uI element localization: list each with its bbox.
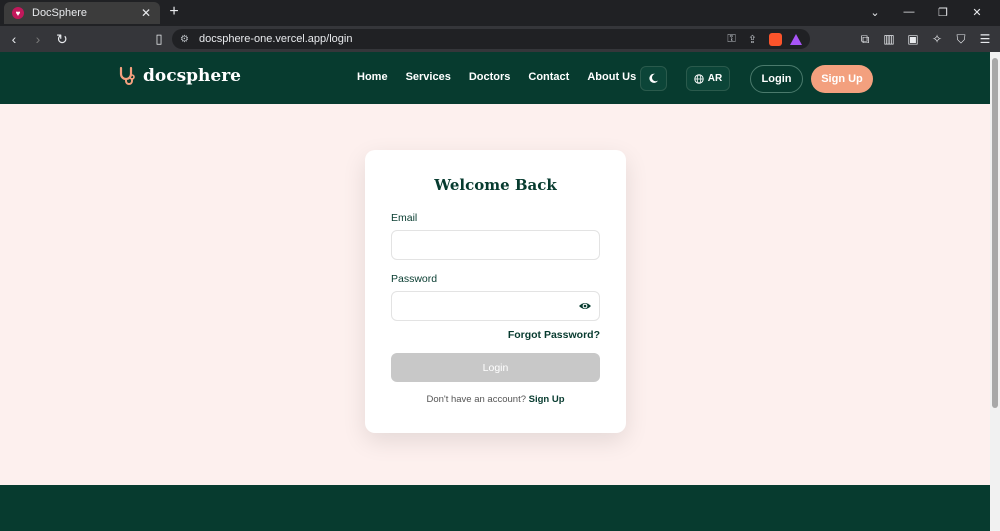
- logo-text: docsphere: [143, 66, 241, 86]
- forward-icon[interactable]: ›: [28, 29, 48, 49]
- window-controls: ⌄ — ❐ ✕: [860, 3, 992, 21]
- email-input[interactable]: [391, 230, 600, 260]
- signup-prompt: Don't have an account? Sign Up: [365, 394, 626, 405]
- header-signup-button[interactable]: Sign Up: [811, 65, 873, 93]
- wallet-icon[interactable]: ▣: [904, 29, 922, 49]
- language-button[interactable]: AR: [686, 66, 730, 91]
- eye-icon[interactable]: [578, 299, 592, 313]
- vpn-icon[interactable]: ⛉: [952, 29, 970, 49]
- nav-contact[interactable]: Contact: [528, 71, 569, 83]
- nav-about-us[interactable]: About Us: [587, 71, 636, 83]
- brave-rewards-icon[interactable]: [790, 33, 802, 45]
- scrollbar-thumb[interactable]: [992, 58, 998, 408]
- header-login-button[interactable]: Login: [750, 65, 803, 93]
- menu-icon[interactable]: ☰: [976, 29, 994, 49]
- leo-ai-icon[interactable]: ✧: [928, 29, 946, 49]
- site-header: docsphere Home Services Doctors Contact …: [0, 52, 990, 104]
- brave-shields-icon[interactable]: [769, 32, 782, 46]
- signup-prompt-text: Don't have an account?: [426, 394, 529, 405]
- password-input[interactable]: [391, 291, 600, 321]
- nav-home[interactable]: Home: [357, 71, 388, 83]
- browser-tab-bar: ♥ DocSphere ✕ + ⌄ — ❐ ✕: [0, 0, 1000, 26]
- moon-icon: [649, 73, 659, 83]
- page-viewport: docsphere Home Services Doctors Contact …: [0, 52, 990, 531]
- toolbar-extensions: ⧉ ▥ ▣ ✧ ⛉ ☰: [856, 29, 994, 49]
- nav-doctors[interactable]: Doctors: [469, 71, 511, 83]
- globe-icon: [694, 73, 704, 84]
- minimize-icon[interactable]: —: [894, 3, 924, 21]
- bookmark-icon[interactable]: ▯: [150, 29, 168, 49]
- email-label: Email: [391, 212, 418, 224]
- password-label: Password: [391, 273, 438, 285]
- heart-favicon-icon: ♥: [12, 7, 24, 19]
- site-info-icon[interactable]: ⚙: [180, 34, 189, 45]
- main-nav: Home Services Doctors Contact About Us: [357, 71, 654, 83]
- close-tab-icon[interactable]: ✕: [140, 6, 152, 20]
- login-card: Welcome Back Email Password Forgot Passw…: [365, 150, 626, 433]
- browser-tab[interactable]: ♥ DocSphere ✕: [4, 2, 160, 24]
- browser-toolbar: ‹ › ↻ ▯ ⚙ docsphere-one.vercel.app/login…: [0, 26, 1000, 52]
- screenshot-icon[interactable]: ⧉: [856, 29, 874, 49]
- sidebar-icon[interactable]: ▥: [880, 29, 898, 49]
- url-text[interactable]: docsphere-one.vercel.app/login: [199, 33, 715, 45]
- address-bar[interactable]: ⚙ docsphere-one.vercel.app/login ⚿ ⇪: [172, 29, 810, 49]
- nav-services[interactable]: Services: [406, 71, 451, 83]
- chevron-down-icon[interactable]: ⌄: [860, 3, 890, 21]
- restore-icon[interactable]: ❐: [928, 3, 958, 21]
- new-tab-button[interactable]: +: [166, 3, 182, 21]
- close-window-icon[interactable]: ✕: [962, 3, 992, 21]
- site-logo[interactable]: docsphere: [117, 66, 241, 86]
- card-title: Welcome Back: [434, 176, 557, 194]
- forgot-password-link[interactable]: Forgot Password?: [391, 329, 600, 341]
- page-scrollbar[interactable]: [990, 52, 1000, 531]
- signup-link[interactable]: Sign Up: [529, 394, 565, 405]
- reload-icon[interactable]: ↻: [52, 29, 72, 49]
- share-icon[interactable]: ⇪: [748, 33, 757, 46]
- login-submit-button[interactable]: Login: [391, 353, 600, 382]
- tab-title: DocSphere: [32, 7, 88, 19]
- back-icon[interactable]: ‹: [4, 29, 24, 49]
- stethoscope-icon: [119, 66, 135, 85]
- theme-toggle-button[interactable]: [640, 66, 667, 91]
- language-label: AR: [707, 73, 723, 84]
- key-icon[interactable]: ⚿: [727, 33, 735, 46]
- site-footer: [0, 485, 990, 531]
